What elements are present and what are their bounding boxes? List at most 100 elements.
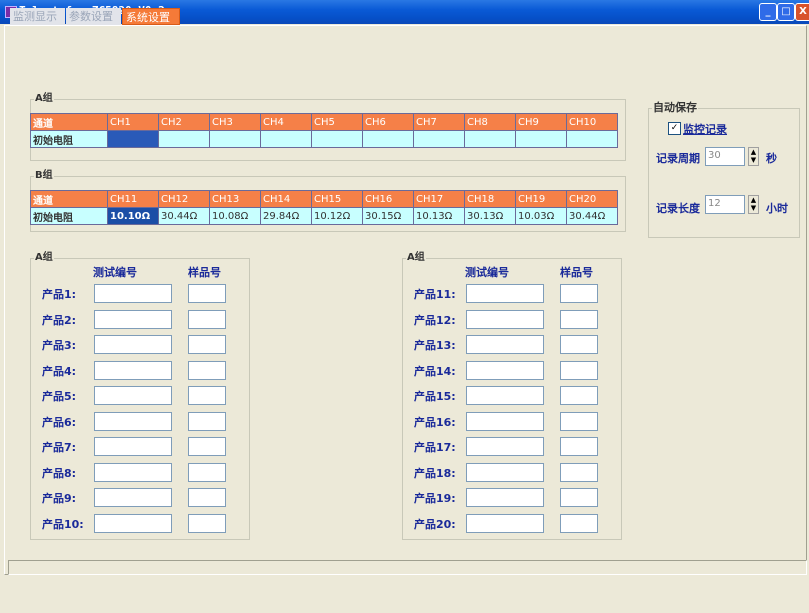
sample-number-input[interactable] bbox=[560, 488, 598, 507]
sample-number-input[interactable] bbox=[188, 437, 226, 456]
channel-value-cell[interactable]: 30.44Ω bbox=[566, 207, 618, 225]
channel-header-cell: CH6 bbox=[362, 113, 414, 131]
tab-parameter-settings[interactable]: 参数设置 bbox=[66, 8, 121, 25]
channel-value-cell[interactable] bbox=[464, 130, 516, 148]
sample-number-input[interactable] bbox=[560, 284, 598, 303]
test-number-input[interactable] bbox=[466, 462, 544, 482]
channel-value-cell[interactable] bbox=[107, 130, 159, 148]
product-label: 产品2: bbox=[42, 313, 77, 327]
sample-number-input[interactable] bbox=[188, 513, 226, 533]
channel-header-cell: CH4 bbox=[260, 113, 312, 131]
channel-value-cell[interactable] bbox=[158, 130, 210, 148]
tab-monitor-display[interactable]: 监测显示 bbox=[10, 8, 65, 25]
test-number-input[interactable] bbox=[94, 335, 172, 354]
test-number-input[interactable] bbox=[466, 411, 544, 431]
channel-value-cell[interactable] bbox=[209, 130, 261, 148]
record-length-input[interactable]: 12 bbox=[705, 195, 745, 214]
sample-number-input[interactable] bbox=[560, 513, 598, 533]
channel-header-cell: CH3 bbox=[209, 113, 261, 131]
sample-number-input[interactable] bbox=[188, 309, 226, 329]
product-label: 产品8: bbox=[42, 466, 77, 480]
sample-number-input[interactable] bbox=[188, 462, 226, 482]
table-header-row: 通道 CH11 CH12 CH13 CH14 CH15 CH16 CH17 CH18 CH19 C… bbox=[30, 190, 618, 208]
channel-value-cell[interactable]: 10.03Ω bbox=[515, 207, 567, 225]
test-number-input[interactable] bbox=[94, 488, 172, 507]
product-label: 产品13: bbox=[414, 339, 456, 352]
maximize-button[interactable]: □ bbox=[777, 3, 795, 21]
test-number-input[interactable] bbox=[94, 462, 172, 482]
record-period-input[interactable]: 30 bbox=[705, 147, 745, 166]
channel-value-cell[interactable]: 10.13Ω bbox=[413, 207, 465, 225]
right-products-label: A组 bbox=[406, 252, 426, 264]
test-number-input[interactable] bbox=[94, 309, 172, 329]
monitor-record-checkbox[interactable]: ✓ bbox=[668, 122, 681, 135]
sample-number-input[interactable] bbox=[560, 411, 598, 431]
sample-number-input[interactable] bbox=[560, 437, 598, 456]
test-number-input[interactable] bbox=[94, 386, 172, 405]
channel-header-cell: CH1 bbox=[107, 113, 159, 131]
spin-up-icon[interactable]: ▲ bbox=[749, 196, 758, 204]
record-length-unit: 小时 bbox=[766, 202, 788, 215]
channel-value-cell[interactable]: 30.13Ω bbox=[464, 207, 516, 225]
test-number-input[interactable] bbox=[466, 309, 544, 329]
sample-number-input[interactable] bbox=[188, 386, 226, 405]
sample-number-input[interactable] bbox=[188, 284, 226, 303]
channel-value-cell[interactable]: 30.15Ω bbox=[362, 207, 414, 225]
channel-value-cell[interactable] bbox=[515, 130, 567, 148]
product-label: 产品1: bbox=[42, 288, 77, 301]
channel-header-cell: CH13 bbox=[209, 190, 261, 208]
sample-number-input[interactable] bbox=[560, 386, 598, 405]
channel-value-cell[interactable] bbox=[362, 130, 414, 148]
sample-number-input[interactable] bbox=[560, 335, 598, 354]
sample-number-input[interactable] bbox=[560, 309, 598, 329]
sample-number-input[interactable] bbox=[188, 411, 226, 431]
record-length-spinner[interactable]: ▲ ▼ bbox=[748, 195, 759, 214]
test-number-input[interactable] bbox=[466, 513, 544, 533]
group-a-channel-table: 通道 CH1 CH2 CH3 CH4 CH5 CH6 CH7 CH8 CH9 CH10 初始电阻 bbox=[30, 113, 618, 148]
channel-value-cell[interactable]: 10.12Ω bbox=[311, 207, 363, 225]
sample-number-input[interactable] bbox=[188, 488, 226, 507]
channel-value-cell[interactable] bbox=[260, 130, 312, 148]
record-period-unit: 秒 bbox=[766, 152, 777, 165]
table-value-row: 初始电阻 bbox=[30, 130, 618, 148]
test-number-input[interactable] bbox=[466, 437, 544, 456]
channel-value-cell[interactable] bbox=[311, 130, 363, 148]
channel-value-cell[interactable] bbox=[413, 130, 465, 148]
sample-number-input[interactable] bbox=[560, 462, 598, 482]
channel-value-cell[interactable]: 30.44Ω bbox=[158, 207, 210, 225]
channel-value-cell[interactable] bbox=[566, 130, 618, 148]
close-button[interactable]: X bbox=[795, 3, 809, 21]
group-b-channel-table: 通道 CH11 CH12 CH13 CH14 CH15 CH16 CH17 CH18 CH19 C… bbox=[30, 190, 618, 225]
test-number-input[interactable] bbox=[466, 386, 544, 405]
test-number-input[interactable] bbox=[94, 360, 172, 380]
table-value-row: 初始电阻 10.10Ω 30.44Ω 10.08Ω 29.84Ω 10.12Ω 30.15… bbox=[30, 207, 618, 225]
test-number-input[interactable] bbox=[94, 284, 172, 303]
status-bar bbox=[8, 560, 807, 575]
test-number-input[interactable] bbox=[94, 513, 172, 533]
spin-down-icon[interactable]: ▼ bbox=[749, 204, 758, 212]
channel-value-cell[interactable]: 10.08Ω bbox=[209, 207, 261, 225]
spin-up-icon[interactable]: ▲ bbox=[749, 148, 758, 156]
test-number-input[interactable] bbox=[466, 488, 544, 507]
channel-value-cell[interactable]: 29.84Ω bbox=[260, 207, 312, 225]
test-number-input[interactable] bbox=[94, 437, 172, 456]
test-number-input[interactable] bbox=[94, 411, 172, 431]
test-number-input[interactable] bbox=[466, 284, 544, 303]
record-length-label: 记录长度 bbox=[656, 202, 700, 215]
channel-header-cell: CH16 bbox=[362, 190, 414, 208]
record-period-spinner[interactable]: ▲ ▼ bbox=[748, 147, 759, 166]
spin-down-icon[interactable]: ▼ bbox=[749, 156, 758, 164]
initial-resistance-label: 初始电阻 bbox=[30, 207, 108, 225]
test-number-input[interactable] bbox=[466, 360, 544, 380]
sample-number-input[interactable] bbox=[188, 335, 226, 354]
channel-value-cell[interactable]: 10.10Ω bbox=[107, 207, 159, 225]
minimize-button[interactable]: _ bbox=[759, 3, 777, 21]
product-label: 产品12: bbox=[414, 313, 456, 327]
tab-system-settings[interactable]: 系统设置 bbox=[122, 8, 180, 25]
sample-number-input[interactable] bbox=[560, 360, 598, 380]
sample-number-input[interactable] bbox=[188, 360, 226, 380]
product-label: 产品20: bbox=[414, 517, 456, 531]
product-label: 产品18: bbox=[414, 466, 456, 480]
test-number-input[interactable] bbox=[466, 335, 544, 354]
channel-header-cell: CH14 bbox=[260, 190, 312, 208]
